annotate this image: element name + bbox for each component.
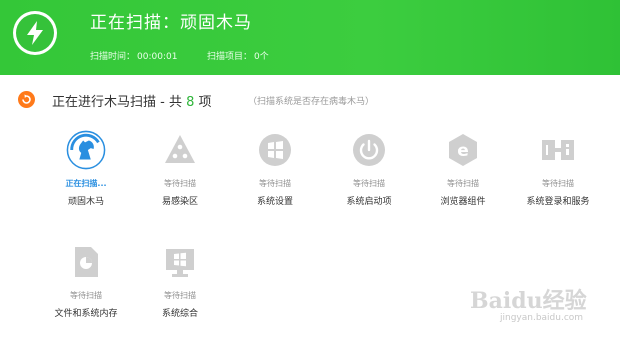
scan-status: 等待扫描 — [542, 179, 574, 188]
scan-items-value: 0个 — [254, 52, 269, 62]
scan-status: 等待扫描 — [353, 179, 385, 188]
scan-items: 扫描项目： 0个 — [207, 49, 271, 62]
scan-status: 等待扫描 — [447, 179, 479, 188]
scan-item-startup[interactable]: 等待扫描 系统启动项 — [321, 130, 417, 207]
watermark-sub: jingyan.baidu.com — [500, 313, 584, 323]
scan-item-system-general[interactable]: 等待扫描 系统综合 — [132, 242, 228, 319]
scan-item-name: 系统设置 — [256, 197, 293, 207]
watermark-main: Baidu经验 — [470, 288, 587, 314]
section-note: （扫描系统是否存在病毒木马） — [248, 97, 375, 107]
lightning-bolt-icon — [13, 11, 57, 55]
scan-item-system-settings[interactable]: 等待扫描 系统设置 — [227, 130, 323, 207]
scan-item-login-services[interactable]: 等待扫描 系统登录和服务 — [510, 130, 606, 207]
svg-text:e: e — [457, 141, 469, 161]
scan-status: 等待扫描 — [164, 179, 196, 188]
scan-item-file-memory[interactable]: 等待扫描 文件和系统内存 — [38, 242, 134, 319]
scan-item-name: 系统综合 — [161, 309, 198, 319]
scan-status: 正在扫描... — [65, 179, 107, 188]
section-title-suffix: 项 — [194, 95, 212, 110]
section-title: 正在进行木马扫描 - 共 8 项 — [52, 91, 212, 110]
scan-item-name: 系统启动项 — [346, 197, 392, 207]
file-icon — [66, 242, 106, 282]
arrow-circle-icon — [18, 91, 35, 108]
scan-status: 等待扫描 — [259, 179, 291, 188]
scan-title: 正在扫描：顽固木马 — [90, 13, 252, 33]
scan-item-name: 系统登录和服务 — [526, 197, 590, 207]
monitor-icon — [160, 242, 200, 282]
scan-item-trojan[interactable]: 正在扫描... 顽固木马 — [38, 130, 134, 207]
watermark: Baidu经验 jingyan.baidu.com — [470, 283, 610, 338]
horse-icon — [66, 130, 106, 170]
scan-header: 正在扫描：顽固木马 扫描时间： 00:00:01 扫描项目： 0个 — [0, 0, 620, 75]
section-title-prefix: 正在进行木马扫描 - 共 — [52, 95, 187, 110]
scan-item-name: 文件和系统内存 — [54, 309, 118, 319]
triangle-icon — [160, 130, 200, 170]
scan-status: 等待扫描 — [70, 291, 102, 300]
scan-items-label: 扫描项目： — [207, 52, 253, 62]
scan-item-name: 易感染区 — [161, 197, 198, 207]
scan-time-value: 00:00:01 — [137, 52, 178, 62]
scan-status: 等待扫描 — [164, 291, 196, 300]
power-icon — [349, 130, 389, 170]
scan-time: 扫描时间： 00:00:01 — [90, 49, 179, 62]
scan-time-label: 扫描时间： — [90, 52, 136, 62]
section-header: 正在进行木马扫描 - 共 8 项 （扫描系统是否存在病毒木马） — [18, 90, 618, 110]
service-icon — [538, 130, 578, 170]
scan-item-infection-zone[interactable]: 等待扫描 易感染区 — [132, 130, 228, 207]
scan-item-name: 浏览器组件 — [440, 197, 486, 207]
scan-item-name: 顽固木马 — [67, 197, 104, 207]
browser-e-icon: e — [443, 130, 483, 170]
scan-item-browser[interactable]: e 等待扫描 浏览器组件 — [415, 130, 511, 207]
gear-icon — [255, 130, 295, 170]
